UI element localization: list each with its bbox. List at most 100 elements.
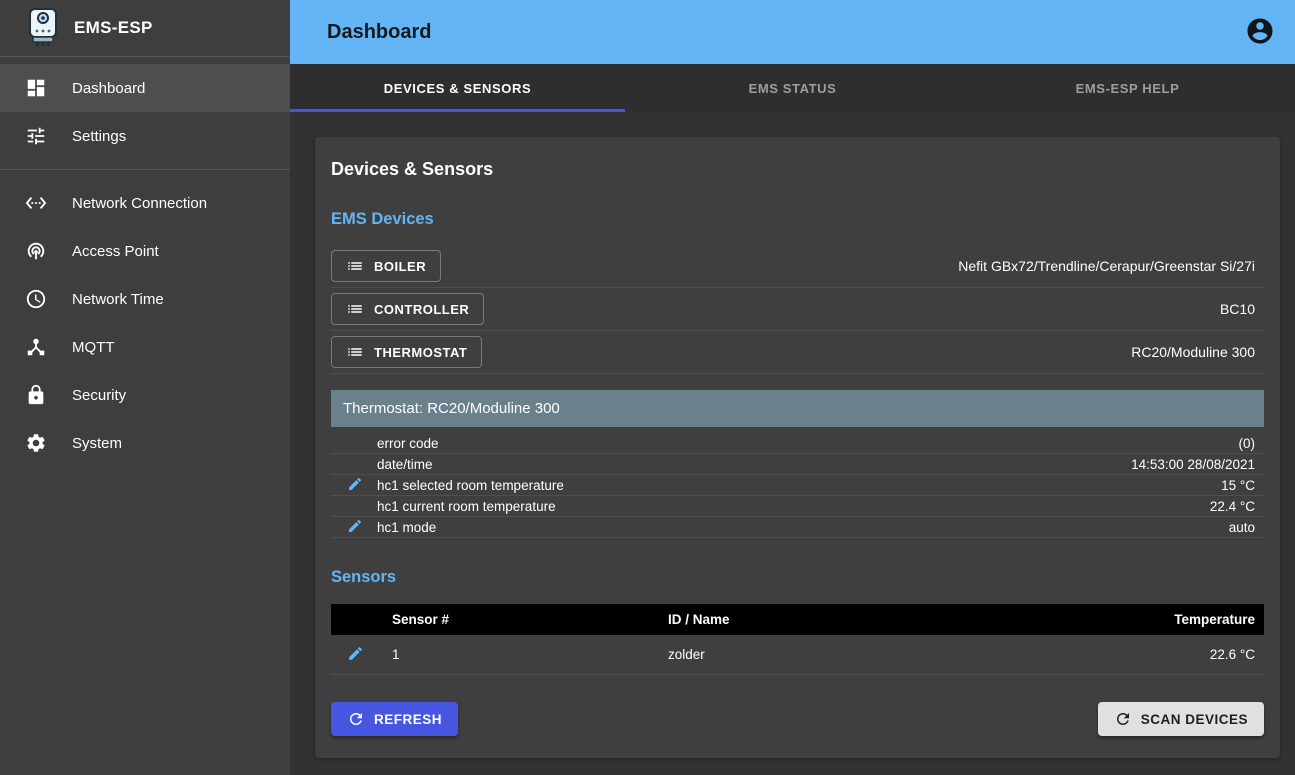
- list-icon: [346, 257, 364, 275]
- detail-row-name: hc1 selected room temperature: [377, 478, 564, 493]
- content: Dashboard DEVICES & SENSORS EMS STATUS EMS…: [290, 0, 1295, 775]
- sidebar-item-label: Network Connection: [72, 195, 207, 212]
- device-model: BC10: [1220, 301, 1264, 317]
- device-row: THERMOSTAT RC20/Moduline 300: [331, 331, 1264, 374]
- tab-ems-esp-help[interactable]: EMS-ESP HELP: [960, 64, 1295, 112]
- tab-devices-sensors[interactable]: DEVICES & SENSORS: [290, 64, 625, 112]
- detail-row-value: 14:53:00 28/08/2021: [1131, 457, 1264, 472]
- device-button-thermostat[interactable]: THERMOSTAT: [331, 336, 482, 368]
- detail-row-value: (0): [1239, 436, 1265, 451]
- gear-icon: [25, 432, 47, 454]
- sidebar-item-network-connection[interactable]: Network Connection: [0, 179, 290, 227]
- device-model: RC20/Moduline 300: [1131, 344, 1264, 360]
- sidebar-item-access-point[interactable]: Access Point: [0, 227, 290, 275]
- app-title: EMS-ESP: [74, 18, 153, 38]
- page-title: Dashboard: [327, 21, 431, 44]
- ethernet-icon: [25, 192, 47, 214]
- sidebar-divider: [0, 169, 290, 170]
- account-circle-icon: [1245, 16, 1275, 49]
- device-row: BOILER Nefit GBx72/Trendline/Cerapur/Gree…: [331, 245, 1264, 288]
- sidebar-item-label: System: [72, 435, 122, 452]
- column-sensor-number: Sensor #: [377, 612, 668, 627]
- sidebar-item-label: Access Point: [72, 243, 159, 260]
- device-button-boiler[interactable]: BOILER: [331, 250, 441, 282]
- edit-icon: [347, 476, 363, 495]
- sensors-heading: Sensors: [331, 568, 1264, 587]
- sidebar-item-label: Network Time: [72, 291, 164, 308]
- lock-icon: [25, 384, 47, 406]
- refresh-icon: [1114, 710, 1132, 728]
- detail-row-value: 15 °C: [1221, 478, 1264, 493]
- device-button-label: THERMOSTAT: [374, 345, 467, 360]
- tune-icon: [25, 125, 47, 147]
- edit-cell: [331, 518, 377, 537]
- edit-sensor-button[interactable]: [347, 645, 364, 665]
- sidebar: EMS-ESP Dashboard Settings Network Connect…: [0, 0, 290, 775]
- main-area: Devices & Sensors EMS Devices BOILER Nefi…: [290, 112, 1295, 775]
- device-detail-row: hc1 mode auto: [331, 517, 1264, 538]
- device-model: Nefit GBx72/Trendline/Cerapur/Greenstar …: [958, 258, 1264, 274]
- sensors-table-body: 1zolder22.6 °C: [331, 635, 1264, 675]
- detail-row-value: 22.4 °C: [1210, 499, 1264, 514]
- device-detail-row: date/time 14:53:00 28/08/2021: [331, 454, 1264, 475]
- sidebar-nav: Dashboard Settings Network Connection Acces…: [0, 57, 290, 467]
- edit-icon: [347, 518, 363, 537]
- app-logo: EMS-ESP: [0, 0, 290, 57]
- device-button-label: CONTROLLER: [374, 302, 469, 317]
- sidebar-item-network-time[interactable]: Network Time: [0, 275, 290, 323]
- tab-label: EMS-ESP HELP: [1076, 81, 1180, 96]
- account-button[interactable]: [1245, 16, 1275, 49]
- refresh-icon: [347, 710, 365, 728]
- edit-value-button[interactable]: [347, 476, 363, 495]
- detail-row-name: error code: [377, 436, 439, 451]
- scan-devices-button[interactable]: SCAN DEVICES: [1098, 702, 1264, 736]
- boiler-logo-icon: [27, 8, 59, 48]
- sensors-table: Sensor # ID / Name Temperature 1zolder22…: [331, 604, 1264, 675]
- device-detail-title: Thermostat: RC20/Moduline 300: [331, 390, 1264, 427]
- device-button-label: BOILER: [374, 259, 426, 274]
- dashboard-icon: [25, 77, 47, 99]
- tab-label: DEVICES & SENSORS: [384, 81, 531, 96]
- column-temperature: Temperature: [1104, 612, 1264, 627]
- devices-sensors-card: Devices & Sensors EMS Devices BOILER Nefi…: [315, 137, 1280, 758]
- detail-row-name: hc1 mode: [377, 520, 436, 535]
- list-icon: [346, 300, 364, 318]
- sidebar-item-label: MQTT: [72, 339, 115, 356]
- sidebar-item-dashboard[interactable]: Dashboard: [0, 64, 290, 112]
- sidebar-item-security[interactable]: Security: [0, 371, 290, 419]
- detail-row-name: hc1 current room temperature: [377, 499, 556, 514]
- list-icon: [346, 343, 364, 361]
- app-root: EMS-ESP Dashboard Settings Network Connect…: [0, 0, 1295, 775]
- ems-devices-heading: EMS Devices: [331, 210, 1264, 229]
- device-detail-table: error code (0) date/time 14:53:00 28/08/202…: [331, 427, 1264, 538]
- sensor-name: zolder: [668, 647, 1104, 662]
- refresh-button-label: REFRESH: [374, 712, 442, 727]
- tab-bar: DEVICES & SENSORS EMS STATUS EMS-ESP HELP: [290, 64, 1295, 112]
- detail-row-name: date/time: [377, 457, 433, 472]
- device-detail-row: error code (0): [331, 433, 1264, 454]
- edit-icon: [347, 645, 364, 665]
- sidebar-item-label: Settings: [72, 128, 126, 145]
- card-title: Devices & Sensors: [331, 159, 1264, 180]
- edit-cell: [331, 645, 377, 665]
- wifi-tethering-icon: [25, 240, 47, 262]
- device-hub-icon: [25, 336, 47, 358]
- device-detail-row: hc1 selected room temperature 15 °C: [331, 475, 1264, 496]
- device-button-controller[interactable]: CONTROLLER: [331, 293, 484, 325]
- scan-devices-button-label: SCAN DEVICES: [1141, 712, 1248, 727]
- clock-icon: [25, 288, 47, 310]
- sidebar-item-system[interactable]: System: [0, 419, 290, 467]
- sidebar-item-label: Dashboard: [72, 80, 145, 97]
- tab-label: EMS STATUS: [749, 81, 837, 96]
- sidebar-item-settings[interactable]: Settings: [0, 112, 290, 160]
- sensor-number: 1: [377, 647, 668, 662]
- device-row: CONTROLLER BC10: [331, 288, 1264, 331]
- sidebar-item-mqtt[interactable]: MQTT: [0, 323, 290, 371]
- tab-ems-status[interactable]: EMS STATUS: [625, 64, 960, 112]
- ems-devices-list: BOILER Nefit GBx72/Trendline/Cerapur/Gree…: [331, 245, 1264, 374]
- refresh-button[interactable]: REFRESH: [331, 702, 458, 736]
- device-detail-row: hc1 current room temperature 22.4 °C: [331, 496, 1264, 517]
- sensor-row: 1zolder22.6 °C: [331, 635, 1264, 675]
- edit-value-button[interactable]: [347, 518, 363, 537]
- detail-row-value: auto: [1229, 520, 1264, 535]
